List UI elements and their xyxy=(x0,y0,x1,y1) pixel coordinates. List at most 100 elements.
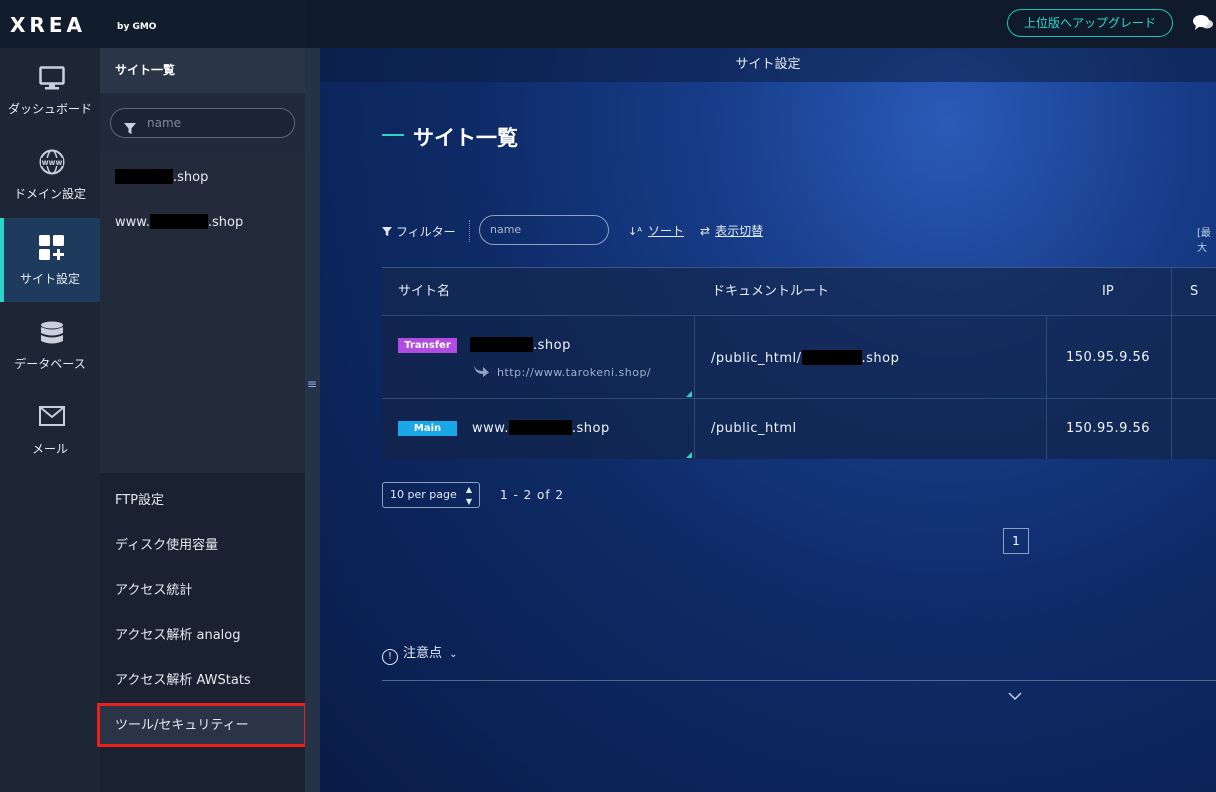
docroot-cell: /public_html/ .shop xyxy=(711,350,899,366)
transfer-badge: Transfer xyxy=(398,338,457,353)
menu-item-tools-security[interactable]: ツール/セキュリティー xyxy=(115,714,249,733)
nav-item-mail[interactable]: メール xyxy=(0,388,100,472)
table-row[interactable]: Main www. .shop /public_html 150.95.9.56 xyxy=(382,398,1216,459)
redacted-block xyxy=(470,337,533,352)
docroot-prefix: /public_html xyxy=(711,421,797,436)
menu-item-disk-usage[interactable]: ディスク使用容量 xyxy=(115,534,218,553)
database-icon xyxy=(40,321,64,353)
main-title-bar: サイト設定 xyxy=(320,48,1216,82)
site-menu: FTP設定 ディスク使用容量 アクセス統計 アクセス解析 analog アクセス… xyxy=(97,473,307,792)
redacted-block xyxy=(508,420,572,435)
site-suffix: .shop xyxy=(207,215,244,230)
per-page-value: 10 per page xyxy=(390,488,457,501)
www-globe-icon: www xyxy=(39,149,65,179)
table-row[interactable]: Transfer .shop http://www.tarokeni.shop/… xyxy=(382,315,1216,398)
page-button[interactable]: 1 xyxy=(1003,528,1029,554)
sidebar-header: サイト一覧 xyxy=(100,48,305,93)
site-name-cell[interactable]: www. .shop xyxy=(472,420,610,436)
chat-icon[interactable] xyxy=(1192,14,1214,36)
notes-toggle[interactable]: ! 注意点 ⌄ xyxy=(382,642,458,665)
filter-input[interactable]: name xyxy=(479,215,609,245)
menu-item-analog[interactable]: アクセス解析 analog xyxy=(115,624,240,643)
column-header-docroot[interactable]: ドキュメントルート xyxy=(712,268,829,316)
view-toggle-label: 表示切替 xyxy=(715,224,764,238)
nav-label-mail: メール xyxy=(31,442,68,456)
nav-label-domain: ドメイン設定 xyxy=(13,187,86,201)
table-toolbar: フィルター name ↓ᴬ ソート ⇄ 表示切替 [最大 xyxy=(382,215,1216,254)
sort-label: ソート xyxy=(647,224,684,238)
swap-icon: ⇄ xyxy=(700,224,711,238)
logo-sub: by GMO xyxy=(117,22,157,32)
column-divider xyxy=(1171,399,1172,459)
sort-link[interactable]: ↓ᴬ ソート xyxy=(628,222,684,239)
site-prefix: www. xyxy=(472,421,509,436)
docroot-cell: /public_html xyxy=(711,421,797,436)
envelope-icon xyxy=(39,406,65,430)
site-name-cell[interactable]: .shop xyxy=(470,337,571,353)
nav-item-domain[interactable]: www ドメイン設定 xyxy=(0,133,100,217)
site-list-item[interactable]: www. .shop xyxy=(115,214,243,230)
site-suffix: .shop xyxy=(571,421,610,436)
view-toggle-link[interactable]: ⇄ 表示切替 xyxy=(700,222,763,239)
primary-nav: ダッシュボード www ドメイン設定 サイト設定 データベース メール xyxy=(0,48,100,792)
nav-label-site-settings: サイト設定 xyxy=(19,272,80,286)
sidebar-search-input[interactable]: name xyxy=(110,108,295,138)
redacted-block xyxy=(115,169,173,184)
redacted-block xyxy=(801,350,862,365)
sidebar-search-placeholder: name xyxy=(147,116,182,130)
main-badge: Main xyxy=(398,421,457,436)
redirect-arrow-icon xyxy=(472,362,490,381)
menu-item-access-stats[interactable]: アクセス統計 xyxy=(115,579,192,598)
filter-icon xyxy=(124,117,136,145)
divider xyxy=(469,220,470,242)
corner-marker xyxy=(686,452,692,458)
column-header-s[interactable]: S xyxy=(1190,268,1198,316)
nav-item-dashboard[interactable]: ダッシュボード xyxy=(0,48,100,132)
site-list-item[interactable]: .shop xyxy=(115,169,208,185)
page-title: サイト一覧 xyxy=(413,126,518,150)
corner-marker xyxy=(686,391,692,397)
column-divider xyxy=(1171,316,1172,398)
nav-label-database: データベース xyxy=(14,357,86,371)
nav-label-dashboard: ダッシュボード xyxy=(7,102,92,116)
notes-label: 注意点 xyxy=(403,646,443,661)
column-header-site-name[interactable]: サイト名 xyxy=(398,268,450,316)
chevron-down-icon: ⌄ xyxy=(449,649,458,660)
docroot-suffix: .shop xyxy=(861,351,900,366)
title-accent-line xyxy=(382,134,404,136)
filter-label-text: フィルター xyxy=(395,225,456,239)
svg-text:www: www xyxy=(42,158,63,167)
main-content: サイト設定 サイト一覧 フィルター name ↓ᴬ ソート ⇄ 表示切替 [最大 サ… xyxy=(320,48,1216,792)
site-prefix: www. xyxy=(115,215,150,230)
filter-label: フィルター xyxy=(382,223,456,240)
secondary-nav: サイト一覧 name .shop www. .shop FTP設定 ディスク使用容… xyxy=(97,48,307,792)
ip-cell: 150.95.9.56 xyxy=(1066,421,1151,436)
info-circle-icon: ! xyxy=(382,649,398,665)
hamburger-icon[interactable]: ≡ xyxy=(307,377,317,391)
redacted-block xyxy=(149,214,208,229)
column-header-ip[interactable]: IP xyxy=(1102,268,1114,316)
site-suffix: .shop xyxy=(173,170,209,185)
grid-plus-icon xyxy=(39,235,65,265)
chevron-down-icon[interactable] xyxy=(1008,686,1022,705)
nav-item-database[interactable]: データベース xyxy=(0,303,100,387)
docroot-prefix: /public_html/ xyxy=(711,351,802,366)
logo[interactable]: XREA xyxy=(10,13,86,37)
redirect-url[interactable]: http://www.tarokeni.shop/ xyxy=(497,366,651,379)
table-header: サイト名 ドキュメントルート IP S xyxy=(382,267,1216,315)
divider xyxy=(382,680,1216,681)
upgrade-button[interactable]: 上位版へアップグレード xyxy=(1007,9,1173,37)
menu-item-awstats[interactable]: アクセス解析 AWStats xyxy=(115,669,251,688)
sidebar-splitter[interactable] xyxy=(305,48,320,792)
pagination-range: 1 - 2 of 2 xyxy=(500,488,565,502)
monitor-icon xyxy=(39,66,65,94)
updown-caret-icon: ▲ ▼ xyxy=(465,485,472,506)
menu-item-ftp[interactable]: FTP設定 xyxy=(115,489,164,508)
per-page-select[interactable]: 10 per page ▲ ▼ xyxy=(382,482,480,508)
column-divider xyxy=(1046,399,1047,459)
column-divider xyxy=(1046,316,1047,398)
column-divider xyxy=(694,316,695,398)
column-divider xyxy=(1171,268,1172,315)
nav-item-site-settings[interactable]: サイト設定 xyxy=(0,218,100,302)
ip-cell: 150.95.9.56 xyxy=(1066,350,1151,365)
